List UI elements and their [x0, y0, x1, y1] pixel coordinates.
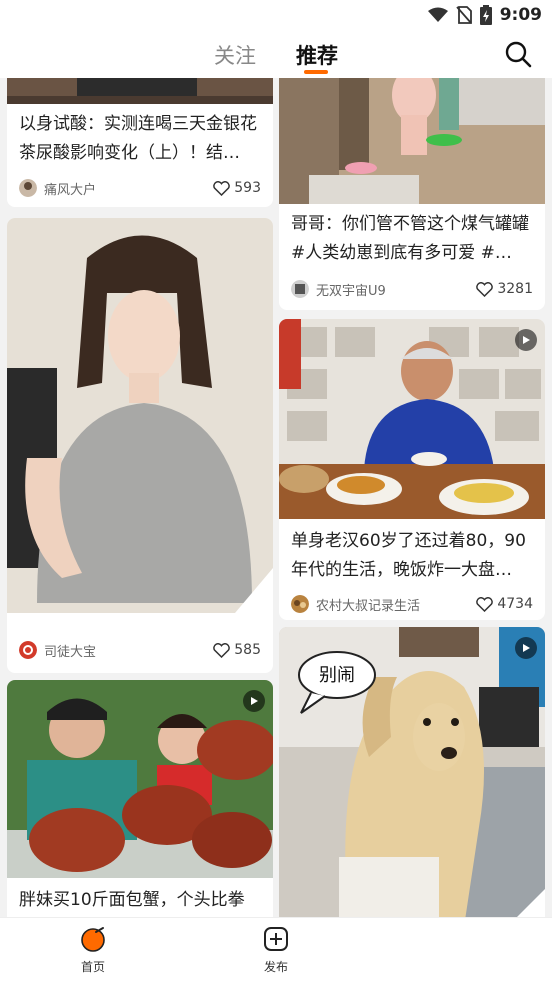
top-nav: 关注 推荐	[0, 30, 552, 78]
feed[interactable]: 以身试酸：实测连喝三天金银花茶尿酸影响变化（上）！结… 痛风大户 593 司徒大…	[0, 78, 552, 917]
card-meta: 痛风大户 593	[19, 176, 261, 200]
play-icon	[523, 336, 530, 344]
video-play-badge	[243, 690, 265, 712]
card-title: 胖妹买10斤面包蟹，个头比拳	[19, 890, 245, 910]
like-count: 3281	[497, 281, 533, 297]
card-meta: 司徒大宝 585	[19, 638, 261, 662]
active-tab-indicator	[304, 70, 328, 74]
feed-card[interactable]: 哥哥：你们管不管这个煤气罐罐#人类幼崽到底有多可爱 #… 无双宇宙U9 3281	[279, 78, 545, 310]
heart-icon	[476, 596, 494, 612]
card-image	[7, 78, 273, 104]
video-play-badge	[515, 637, 537, 659]
card-author: 痛风大户	[44, 182, 97, 198]
speech-bubble-text: 别闹	[319, 665, 355, 686]
nav-home-label: 首页	[80, 960, 105, 974]
feed-card[interactable]: 司徒大宝 585	[7, 218, 273, 673]
tab-recommend[interactable]: 推荐	[296, 40, 338, 70]
card-image	[7, 218, 273, 613]
feed-card[interactable]: 以身试酸：实测连喝三天金银花茶尿酸影响变化（上）！结… 痛风大户 593	[7, 78, 273, 207]
status-bar: 9:09	[0, 0, 552, 30]
status-time: 9:09	[499, 5, 542, 25]
feed-card[interactable]: 别闹	[279, 627, 545, 917]
card-meta: 无双宇宙U9 3281	[291, 277, 533, 301]
card-author: 无双宇宙U9	[316, 283, 386, 299]
card-title: 单身老汉60岁了还过着80，90年代的生活，晚饭炸一大盘…	[291, 531, 526, 580]
play-icon	[523, 644, 530, 652]
card-title: 以身试酸：实测连喝三天金银花茶尿酸影响变化（上）！结…	[19, 114, 257, 163]
like-button[interactable]: 3281	[476, 281, 533, 297]
like-count: 593	[234, 180, 261, 196]
card-image	[279, 78, 545, 204]
bottom-nav: 首页 发布	[0, 917, 552, 981]
home-icon	[81, 927, 105, 952]
heart-icon	[213, 642, 231, 658]
tab-follow[interactable]: 关注	[214, 40, 256, 70]
feed-card[interactable]: 胖妹买10斤面包蟹，个头比拳	[7, 680, 273, 917]
like-button[interactable]: 4734	[476, 596, 533, 612]
battery-charging-icon	[479, 5, 492, 25]
heart-icon	[213, 180, 231, 196]
avatar	[19, 179, 37, 197]
feed-card[interactable]: 单身老汉60岁了还过着80，90年代的生活，晚饭炸一大盘… 农村大叔记录生活 4…	[279, 319, 545, 620]
card-image: 别闹	[279, 627, 545, 917]
nav-publish[interactable]: 发布	[246, 926, 306, 975]
like-count: 4734	[497, 596, 533, 612]
card-image	[279, 319, 545, 519]
like-count: 585	[234, 642, 261, 658]
no-sim-icon	[456, 6, 472, 24]
wifi-icon	[427, 7, 448, 22]
avatar	[291, 280, 309, 298]
search-icon[interactable]	[504, 40, 532, 68]
card-author: 司徒大宝	[44, 644, 97, 660]
play-icon	[251, 697, 258, 705]
card-image	[7, 680, 273, 878]
card-title: 哥哥：你们管不管这个煤气罐罐#人类幼崽到底有多可爱 #…	[291, 214, 529, 263]
like-button[interactable]: 585	[213, 642, 261, 658]
publish-icon	[264, 927, 288, 951]
avatar	[291, 595, 309, 613]
nav-home[interactable]: 首页	[63, 926, 123, 975]
nav-publish-label: 发布	[263, 960, 288, 974]
card-meta: 农村大叔记录生活 4734	[291, 592, 533, 616]
like-button[interactable]: 593	[213, 180, 261, 196]
video-play-badge	[515, 329, 537, 351]
avatar	[19, 641, 37, 659]
heart-icon	[476, 281, 494, 297]
card-author: 农村大叔记录生活	[316, 598, 421, 614]
